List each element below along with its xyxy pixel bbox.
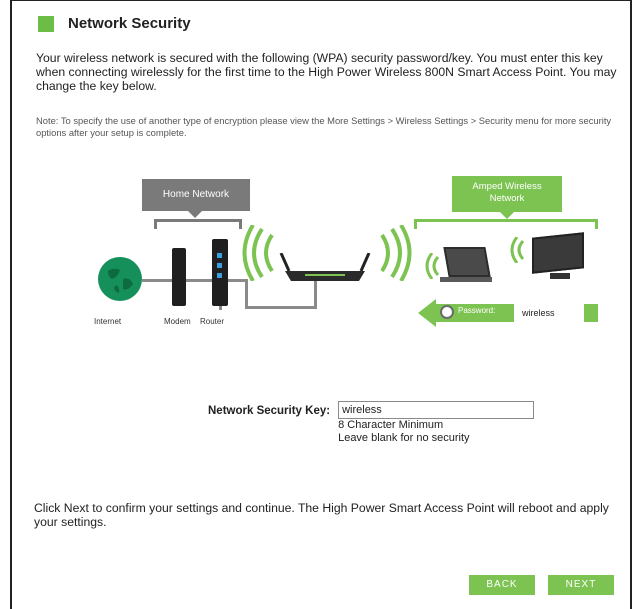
modem-icon [172, 248, 186, 306]
router-led [217, 273, 222, 278]
amped-network-bracket [414, 219, 598, 229]
tv-icon [532, 232, 584, 274]
router-label: Router [200, 317, 225, 326]
router-cable-stub [219, 306, 222, 310]
network-diagram: Home Network Amped Wireless Network Inte… [84, 173, 604, 343]
diagram-password-label: Password: [458, 306, 496, 315]
home-network-label: Home Network [142, 179, 250, 211]
amped-network-label-line2: Network [489, 193, 525, 204]
internet-globe-icon [98, 257, 142, 301]
page-title: Network Security [68, 15, 191, 32]
tv-signal-icon [510, 237, 525, 263]
router-ap-cable-d [314, 281, 317, 309]
home-network-bracket [154, 219, 242, 229]
laptop-base [440, 277, 492, 282]
min-length-hint: 8 Character Minimum [338, 419, 444, 431]
laptop-signal-icon [425, 253, 440, 279]
blank-security-hint: Leave blank for no security [338, 432, 470, 444]
home-network-pointer [188, 211, 202, 218]
encryption-note: Note: To specify the use of another type… [36, 115, 612, 138]
diagram-password-value: wireless [514, 302, 584, 324]
router-icon [212, 239, 228, 306]
left-wifi-waves-icon [242, 225, 274, 281]
right-wifi-waves-icon [380, 225, 412, 281]
modem-label: Modem [164, 317, 191, 326]
amped-network-label-line1: Amped Wireless [472, 181, 542, 192]
intro-text: Your wireless network is secured with th… [36, 51, 617, 93]
amped-network-label: Amped Wireless Network [452, 176, 562, 212]
next-button[interactable]: NEXT [548, 575, 614, 595]
heading-marker [38, 15, 54, 32]
internet-modem-cable [142, 279, 172, 282]
security-key-input[interactable] [338, 401, 535, 419]
router-led [217, 263, 222, 268]
back-button[interactable]: BACK [469, 575, 535, 595]
router-ap-cable-b [245, 279, 248, 309]
access-point-icon [279, 253, 371, 281]
security-key-label: Network Security Key: [208, 405, 331, 417]
lock-icon [440, 305, 454, 319]
security-key-row: Network Security Key: 8 Character Minimu… [208, 401, 535, 445]
modem-router-cable [186, 279, 212, 282]
laptop-icon [443, 247, 491, 277]
amped-network-pointer [500, 212, 514, 219]
page-heading: Network Security [38, 15, 191, 32]
router-led [217, 253, 222, 258]
confirm-text: Click Next to confirm your settings and … [34, 501, 609, 529]
content-frame: Network Security Your wireless network i… [10, 0, 632, 609]
router-ap-cable-c [245, 306, 317, 309]
internet-label: Internet [94, 317, 122, 326]
tv-stand [550, 273, 570, 279]
